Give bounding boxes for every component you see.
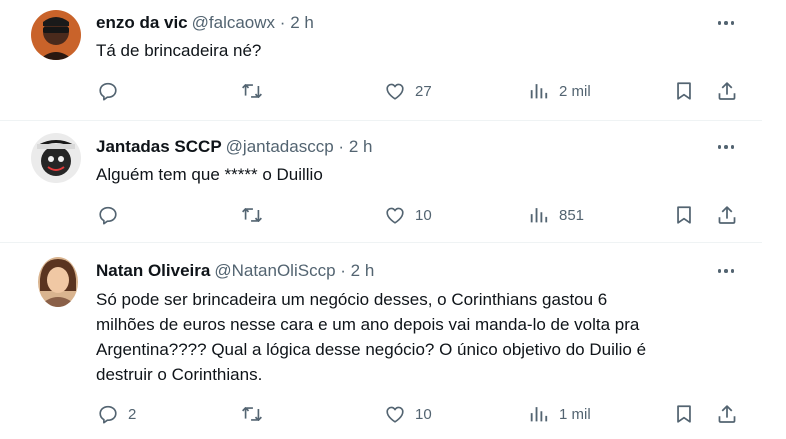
views-icon [530, 208, 548, 223]
author-handle[interactable]: @jantadasccp [226, 137, 334, 156]
more-icon[interactable] [714, 136, 738, 158]
like-icon [386, 406, 404, 423]
tweet[interactable]: enzo da vic @falcaowx · 2 h Tá de brincad… [0, 0, 762, 120]
tweet-text: Só pode ser brincadeira um negócio desse… [96, 290, 647, 384]
reply-icon [99, 82, 117, 101]
repost-button[interactable] [241, 203, 272, 227]
share-button[interactable] [716, 79, 738, 103]
timestamp[interactable]: 2 h [290, 13, 314, 32]
repost-icon [242, 84, 262, 98]
bookmark-icon [677, 82, 691, 100]
reply-count: 2 [128, 405, 137, 423]
tweet[interactable]: Natan Oliveira @NatanOliSccp · 2 h Só pod… [0, 243, 762, 439]
more-icon[interactable] [714, 260, 738, 282]
reply-button[interactable] [97, 203, 128, 227]
like-count: 10 [415, 206, 432, 224]
share-icon [718, 206, 736, 224]
reply-icon [99, 206, 117, 225]
repost-button[interactable] [241, 79, 272, 103]
views-count: 851 [559, 206, 585, 224]
views-count: 2 mil [559, 82, 591, 100]
bookmark-icon [677, 206, 691, 224]
author-handle[interactable]: @falcaowx [192, 13, 275, 32]
bookmark-icon [677, 405, 691, 423]
views-button[interactable]: 1 mil [528, 402, 591, 426]
like-count: 27 [415, 82, 432, 100]
views-button[interactable]: 851 [528, 203, 584, 227]
tweet-text: Alguém tem que ***** o Duillio [96, 165, 323, 184]
bookmark-button[interactable] [673, 79, 695, 103]
share-icon [718, 405, 736, 423]
reply-icon [99, 405, 117, 424]
like-button[interactable]: 27 [384, 79, 432, 103]
views-button[interactable]: 2 mil [528, 79, 591, 103]
views-count: 1 mil [559, 405, 591, 423]
repost-icon [242, 208, 262, 222]
bookmark-button[interactable] [673, 402, 695, 426]
more-icon[interactable] [714, 12, 738, 34]
like-button[interactable]: 10 [384, 402, 432, 426]
repost-button[interactable] [241, 402, 272, 426]
timestamp[interactable]: 2 h [351, 261, 375, 280]
like-icon [386, 83, 404, 100]
like-icon [386, 207, 404, 224]
avatar[interactable] [31, 133, 81, 183]
share-icon [718, 82, 736, 100]
reply-button[interactable]: 2 [97, 402, 136, 426]
author-handle[interactable]: @NatanOliSccp [214, 261, 335, 280]
repost-icon [242, 407, 262, 421]
share-button[interactable] [716, 402, 738, 426]
avatar[interactable] [31, 10, 81, 60]
share-button[interactable] [716, 203, 738, 227]
views-icon [530, 407, 548, 422]
timestamp[interactable]: 2 h [349, 137, 373, 156]
like-count: 10 [415, 405, 432, 423]
author-name[interactable]: Natan Oliveira [96, 261, 210, 280]
tweet[interactable]: Jantadas SCCP @jantadasccp · 2 h Alguém t… [0, 121, 762, 242]
views-icon [530, 84, 548, 99]
author-name[interactable]: Jantadas SCCP [96, 137, 222, 156]
bookmark-button[interactable] [673, 203, 695, 227]
reply-button[interactable] [97, 79, 128, 103]
avatar[interactable] [38, 257, 78, 307]
tweet-text: Tá de brincadeira né? [96, 41, 262, 60]
like-button[interactable]: 10 [384, 203, 432, 227]
author-name[interactable]: enzo da vic [96, 13, 188, 32]
